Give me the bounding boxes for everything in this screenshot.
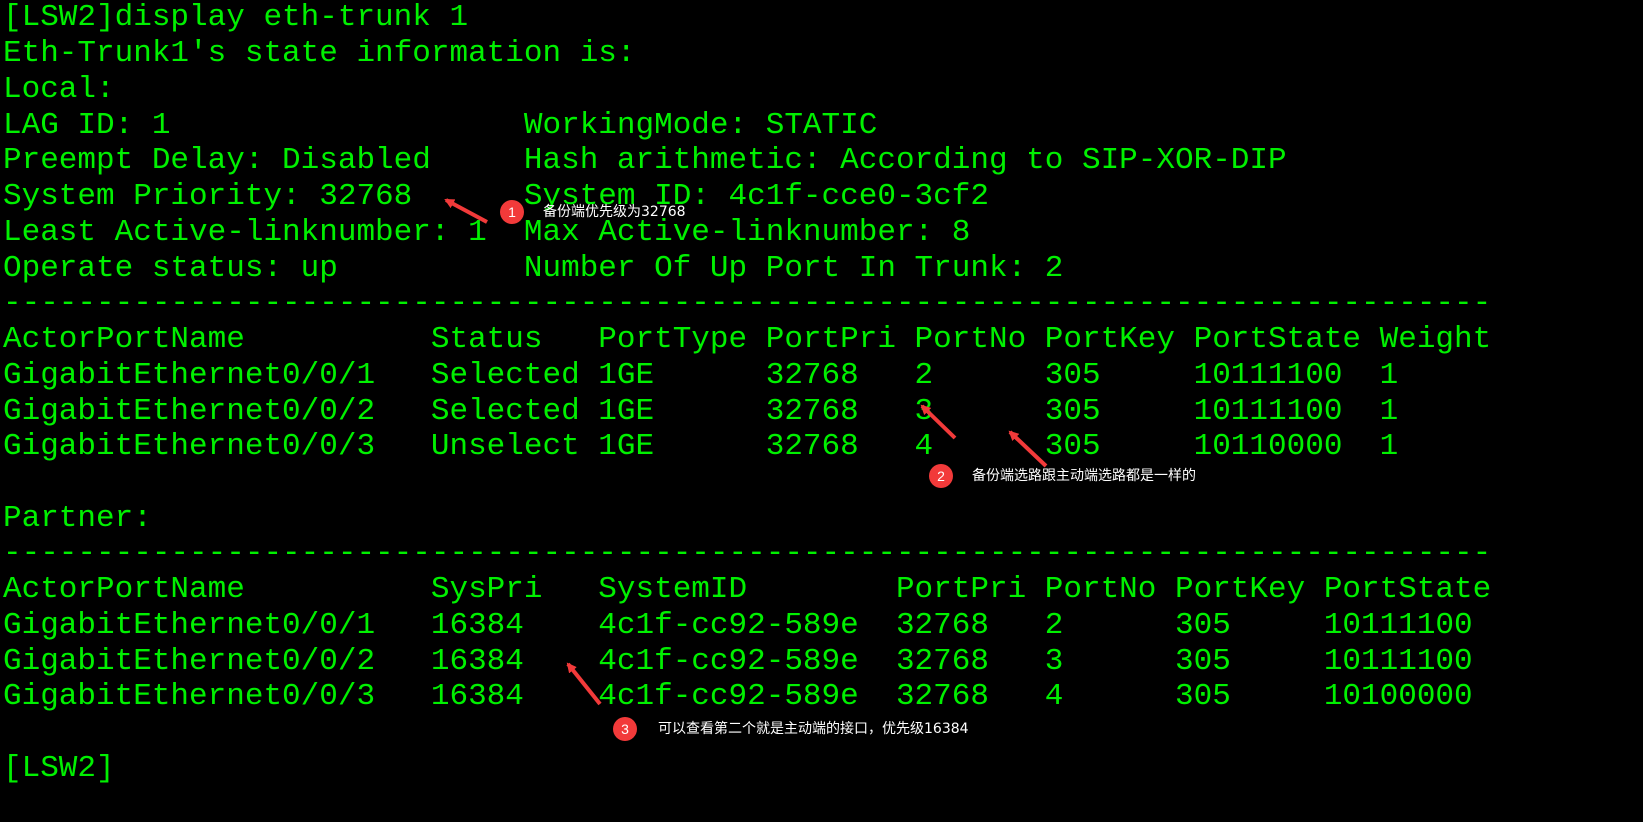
callout-number-badge: 1 (500, 200, 524, 224)
terminal-line-partner-table-header: ActorPortName SysPri SystemID PortPri Po… (3, 572, 1492, 607)
terminal-line-preempt: Preempt Delay: Disabled Hash arithmetic:… (3, 143, 1287, 178)
terminal-line-divider: ----------------------------------------… (3, 286, 1492, 321)
terminal-line-local-row: GigabitEthernet0/0/1 Selected 1GE 32768 … (3, 358, 1399, 393)
terminal-line-least-active: Least Active-linknumber: 1 Max Active-li… (3, 215, 971, 250)
terminal-line-divider: ----------------------------------------… (3, 536, 1492, 571)
terminal-line-partner-row: GigabitEthernet0/0/3 16384 4c1f-cc92-589… (3, 679, 1473, 714)
terminal-line-partner-row: GigabitEthernet0/0/2 16384 4c1f-cc92-589… (3, 644, 1473, 679)
terminal-line-command: [LSW2]display eth-trunk 1 (3, 0, 469, 35)
terminal-line-prompt: [LSW2] (3, 751, 115, 786)
callout-label: 备份端优先级为32768 (543, 204, 686, 220)
terminal-line-header: Eth-Trunk1's state information is: (3, 36, 636, 71)
callout-number-badge: 3 (613, 717, 637, 741)
terminal-line-local-row: GigabitEthernet0/0/3 Unselect 1GE 32768 … (3, 429, 1399, 464)
terminal-line-local-row: GigabitEthernet0/0/2 Selected 1GE 32768 … (3, 394, 1399, 429)
terminal-line-local-table-header: ActorPortName Status PortType PortPri Po… (3, 322, 1492, 357)
callout-label: 可以查看第二个就是主动端的接口，优先级16384 (658, 721, 969, 737)
terminal-line-lag-id: LAG ID: 1 WorkingMode: STATIC (3, 108, 878, 143)
terminal-line-system-priority: System Priority: 32768 System ID: 4c1f-c… (3, 179, 989, 214)
terminal-line-partner-row: GigabitEthernet0/0/1 16384 4c1f-cc92-589… (3, 608, 1473, 643)
terminal-line-operate-status: Operate status: up Number Of Up Port In … (3, 251, 1064, 286)
callout-label: 备份端选路跟主动端选路都是一样的 (972, 468, 1196, 484)
terminal-line-local-label: Local: (3, 72, 115, 107)
callout-number-badge: 2 (929, 464, 953, 488)
terminal-line-partner-label: Partner: (3, 501, 152, 536)
